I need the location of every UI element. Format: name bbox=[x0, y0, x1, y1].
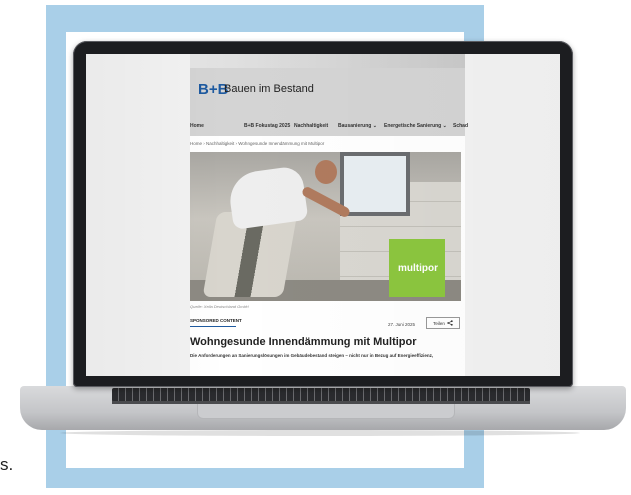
hero-person-body bbox=[226, 165, 309, 230]
article-intro: Die Anforderungen an Sanierungslösungen … bbox=[190, 353, 434, 358]
chevron-down-icon: ⌄ bbox=[372, 123, 377, 129]
keyboard bbox=[112, 388, 530, 402]
main-nav: Home B+B Fokustag 2025 Nachhaltigkeit Ba… bbox=[190, 123, 468, 135]
logo-name[interactable]: Bauen im Bestand bbox=[224, 83, 314, 95]
publish-date: 27. Juni 2025 bbox=[388, 322, 416, 327]
trackpad bbox=[197, 404, 455, 419]
site-header: B+B Bauen im Bestand Home B+B Fokustag 2… bbox=[190, 54, 468, 136]
sponsored-label: SPONSORED CONTENT bbox=[190, 318, 242, 323]
nav-item-fokustag[interactable]: B+B Fokustag 2025 bbox=[244, 123, 290, 129]
nav-item-nachhaltigkeit[interactable]: Nachhaltigkeit bbox=[294, 123, 328, 129]
nav-item-home[interactable]: Home bbox=[190, 123, 204, 129]
hero-window bbox=[340, 152, 410, 216]
sponsored-underline bbox=[190, 326, 236, 327]
share-button[interactable]: Teilen bbox=[426, 317, 460, 329]
header-strip bbox=[190, 54, 465, 68]
chevron-down-icon: ⌄ bbox=[442, 123, 447, 129]
background-text: s. bbox=[0, 455, 14, 474]
hero-person-head bbox=[315, 160, 337, 184]
laptop-screen: B+B Bauen im Bestand Home B+B Fokustag 2… bbox=[86, 54, 560, 376]
article-headline: Wohngesunde Innendämmung mit Multipor bbox=[190, 336, 417, 348]
share-label: Teilen bbox=[433, 320, 445, 326]
nav-item-schad[interactable]: Schad bbox=[453, 123, 468, 129]
nav-item-energetische-sanierung[interactable]: Energetische Sanierung ⌄ bbox=[384, 123, 447, 129]
breadcrumb[interactable]: Home › Nachhaltigkeit › Wohngesunde Inne… bbox=[190, 141, 324, 146]
nav-item-bausanierung[interactable]: Bausanierung ⌄ bbox=[338, 123, 377, 129]
website: B+B Bauen im Bestand Home B+B Fokustag 2… bbox=[190, 54, 468, 376]
share-icon bbox=[447, 319, 453, 327]
image-caption: Quelle: Xella Deutschland GmbH bbox=[190, 304, 249, 309]
multipor-logo-text: multipor bbox=[398, 263, 438, 274]
laptop-shadow bbox=[60, 430, 580, 436]
hero-image: multipor bbox=[190, 152, 461, 301]
